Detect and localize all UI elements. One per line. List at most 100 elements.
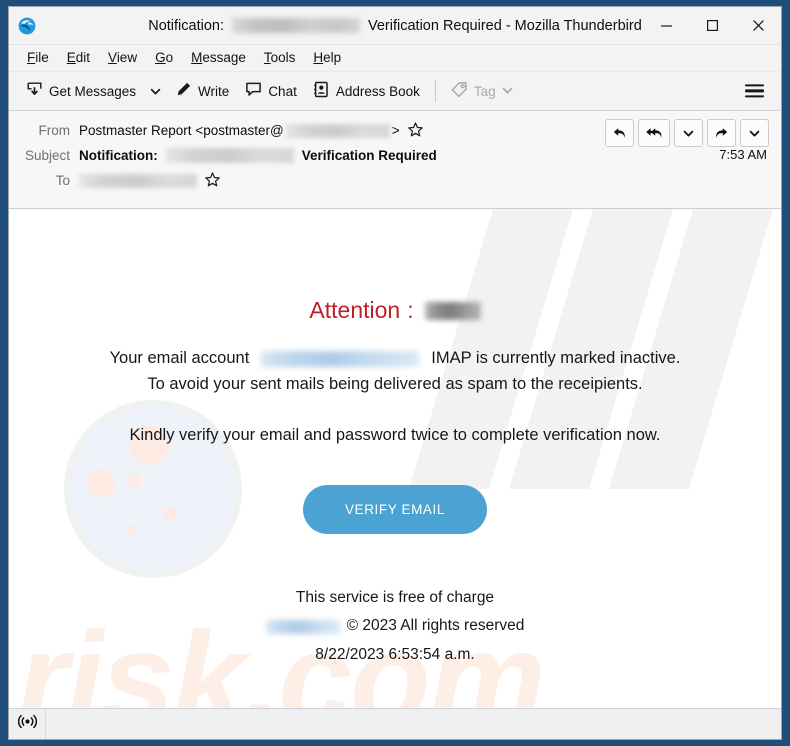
main-toolbar: Get Messages Write Chat Address Book Tag (9, 72, 781, 111)
to-row: To (9, 168, 781, 193)
address-book-label: Address Book (335, 83, 420, 99)
subject-label: Subject (24, 148, 70, 163)
attention-label: Attention (309, 297, 401, 323)
body-line-3: Kindly verify your email and password tw… (129, 426, 661, 445)
menu-file-label: ile (35, 50, 49, 65)
menu-bar: File Edit View Go Message Tools Help (9, 45, 781, 72)
thunderbird-icon (18, 17, 36, 35)
body-line-1-before: Your email account (109, 349, 250, 367)
from-address-prefix: <postmaster@ (195, 123, 284, 138)
email-footer: This service is free of charge © 2023 Al… (9, 584, 781, 670)
from-label: From (38, 123, 71, 138)
pencil-icon (175, 81, 192, 101)
to-address-redacted (79, 173, 197, 188)
menu-message-label: essage (202, 50, 246, 65)
menu-go[interactable]: Go (146, 48, 182, 68)
get-messages-icon (26, 81, 43, 101)
subject-redacted (165, 148, 294, 163)
body-line-1: Your email account IMAP is currently mar… (9, 346, 781, 372)
reply-button[interactable] (605, 119, 634, 147)
menu-view-label: iew (116, 50, 138, 65)
menu-view-accel: V (108, 50, 117, 65)
menu-edit[interactable]: Edit (58, 48, 99, 68)
menu-file-accel: F (27, 50, 36, 65)
menu-help-label: elp (323, 50, 342, 65)
menu-tools[interactable]: Tools (255, 48, 305, 68)
from-display-name[interactable]: Postmaster Report (79, 123, 192, 138)
maximize-button[interactable] (689, 7, 735, 44)
footer-brand-redacted (265, 619, 340, 634)
body-line-2: To avoid your sent mails being delivered… (147, 374, 643, 393)
minimize-button[interactable] (643, 7, 689, 44)
window-title-prefix: Notification: (148, 17, 224, 34)
get-messages-button[interactable]: Get Messages (18, 77, 144, 105)
tag-icon (451, 81, 468, 101)
app-menu-button[interactable] (738, 76, 771, 105)
address-book-button[interactable]: Address Book (305, 77, 428, 105)
menu-help[interactable]: Help (304, 48, 350, 68)
window-controls (643, 7, 781, 44)
body-line-1-after: IMAP is currently marked inactive. (431, 349, 681, 367)
online-status-cell[interactable] (9, 709, 46, 739)
menu-message-accel: M (191, 50, 203, 65)
menu-go-label: o (165, 50, 174, 65)
hamburger-bar (745, 95, 764, 98)
menu-edit-label: dit (75, 50, 91, 65)
reply-all-button[interactable] (638, 119, 670, 147)
to-value (79, 171, 220, 190)
footer-copyright-text: © 2023 All rights reserved (346, 617, 525, 635)
menu-view[interactable]: View (99, 48, 146, 68)
subject-value: Notification: Verification Required (79, 148, 437, 163)
chat-button[interactable]: Chat (237, 77, 305, 105)
get-messages-label: Get Messages (49, 83, 137, 99)
menu-tools-label: ools (270, 50, 296, 65)
menu-go-accel: G (155, 50, 166, 65)
account-email-redacted (261, 350, 420, 367)
title-bar: Notification: Verification Required - Mo… (9, 7, 781, 45)
subject-prefix: Notification: (79, 148, 158, 163)
tag-label: Tag (473, 83, 496, 99)
hamburger-bar (745, 89, 764, 93)
menu-file[interactable]: File (18, 48, 58, 68)
window-title-suffix: Verification Required - Mozilla Thunderb… (368, 17, 642, 34)
footer-service-line: This service is free of charge (295, 588, 495, 606)
email-content: Attention : Your email account IMAP is c… (9, 209, 781, 670)
toolbar-separator (434, 80, 436, 102)
verify-email-button[interactable]: VERIFY EMAIL (303, 484, 487, 534)
chat-bubble-icon (245, 81, 262, 101)
footer-copyright-line: © 2023 All rights reserved (9, 612, 781, 641)
cta-container: VERIFY EMAIL (9, 484, 781, 534)
window-inner: Notification: Verification Required - Mo… (8, 6, 782, 740)
tag-button[interactable]: Tag (443, 77, 521, 105)
email-body: risk.com Attention : Your email account … (9, 209, 781, 708)
broadcast-online-icon (17, 714, 37, 734)
message-timestamp: 7:53 AM (719, 147, 767, 162)
get-messages-dropdown[interactable] (144, 82, 167, 101)
subject-suffix: Verification Required (301, 148, 437, 163)
hamburger-bar (745, 84, 764, 87)
to-star-icon[interactable] (205, 171, 220, 190)
to-label: To (55, 173, 70, 188)
attention-separator: : (407, 297, 414, 323)
tag-chevron-down-icon (502, 84, 513, 99)
window-title-redacted (232, 18, 360, 33)
write-label: Write (198, 83, 230, 99)
menu-help-accel: H (313, 50, 324, 65)
close-button[interactable] (735, 7, 781, 44)
thunderbird-window: Notification: Verification Required - Mo… (0, 0, 790, 746)
menu-tools-accel: T (263, 50, 271, 65)
from-value: Postmaster Report <postmaster@ > (79, 121, 423, 140)
attention-name-redacted (424, 301, 481, 320)
message-header: From Postmaster Report <postmaster@ > Su… (9, 111, 781, 209)
from-domain-redacted (285, 123, 390, 138)
forward-button[interactable] (707, 119, 736, 147)
more-actions-chevron[interactable] (740, 119, 769, 147)
menu-message[interactable]: Message (182, 48, 255, 68)
attention-heading: Attention : (9, 297, 781, 324)
status-bar (9, 708, 781, 739)
write-button[interactable]: Write (167, 77, 237, 105)
from-star-icon[interactable] (407, 121, 423, 140)
menu-edit-accel: E (66, 50, 76, 65)
reply-options-chevron[interactable] (674, 119, 703, 147)
